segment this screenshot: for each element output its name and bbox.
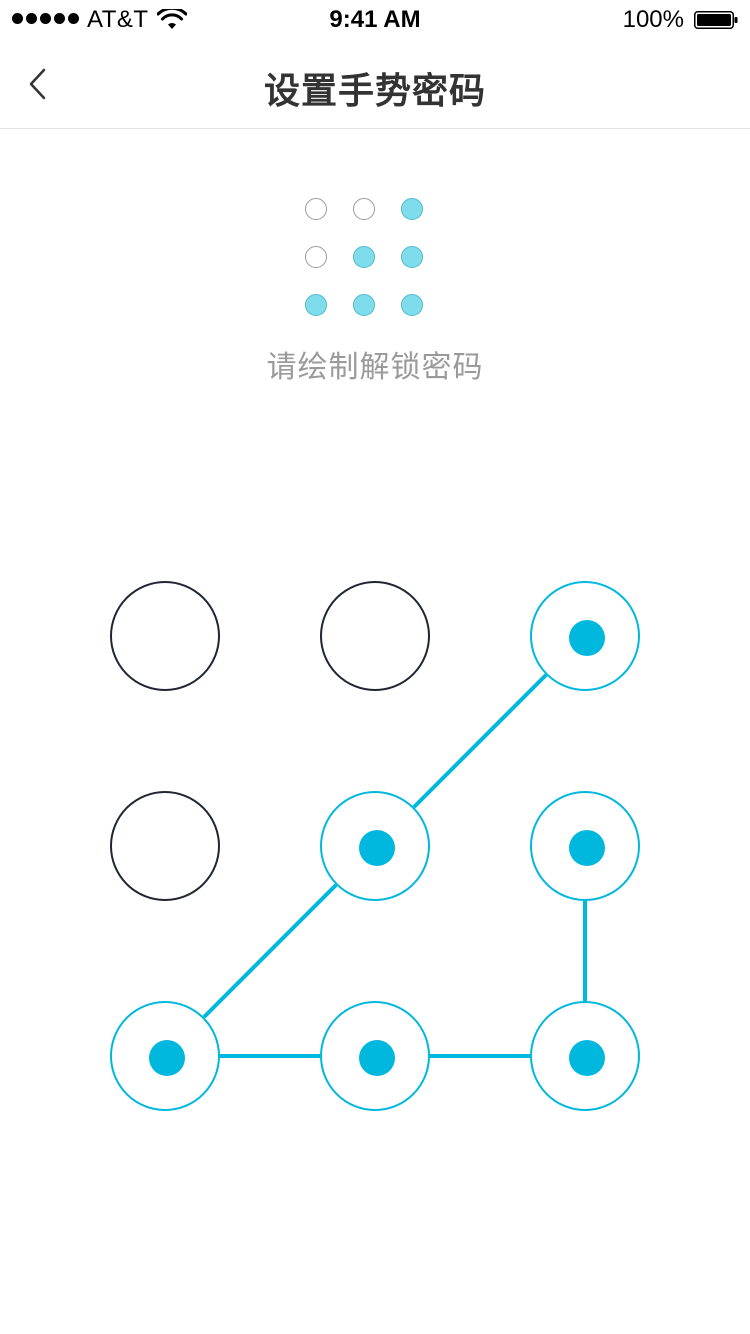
pattern-node-8[interactable] <box>320 1001 430 1111</box>
pattern-node-selected-dot <box>149 1040 185 1076</box>
pattern-preview <box>0 190 750 350</box>
pattern-node-3[interactable] <box>530 581 640 691</box>
pattern-node-9[interactable] <box>530 1001 640 1111</box>
preview-dot <box>305 246 327 268</box>
page-title: 设置手势密码 <box>263 71 486 112</box>
pattern-node-7[interactable] <box>110 1001 220 1111</box>
pattern-node-6[interactable] <box>530 791 640 901</box>
preview-dot <box>353 294 375 316</box>
preview-dot <box>401 294 423 316</box>
status-bar: AT&T 9:41 AM 100% <box>0 0 750 40</box>
pattern-node-selected-dot <box>569 620 605 656</box>
preview-dot <box>305 198 327 220</box>
pattern-node-selected-dot <box>359 830 395 866</box>
battery-full-icon <box>694 11 738 29</box>
pattern-node-1[interactable] <box>110 581 220 691</box>
pattern-connector-line <box>202 883 338 1019</box>
preview-dot <box>401 246 423 268</box>
pattern-node-selected-dot <box>569 1040 605 1076</box>
preview-dot <box>353 246 375 268</box>
pattern-node-5[interactable] <box>320 791 430 901</box>
pattern-node-selected-dot <box>569 830 605 866</box>
preview-dot <box>353 198 375 220</box>
pattern-connector-line <box>412 673 548 809</box>
draw-pattern-hint: 请绘制解锁密码 <box>266 350 484 385</box>
preview-dot <box>401 198 423 220</box>
pattern-node-selected-dot <box>359 1040 395 1076</box>
navigation-bar: 设置手势密码 <box>0 40 750 129</box>
battery-percent: 100% <box>622 6 684 33</box>
pattern-node-4[interactable] <box>110 791 220 901</box>
pattern-node-2[interactable] <box>320 581 430 691</box>
preview-dot <box>305 294 327 316</box>
